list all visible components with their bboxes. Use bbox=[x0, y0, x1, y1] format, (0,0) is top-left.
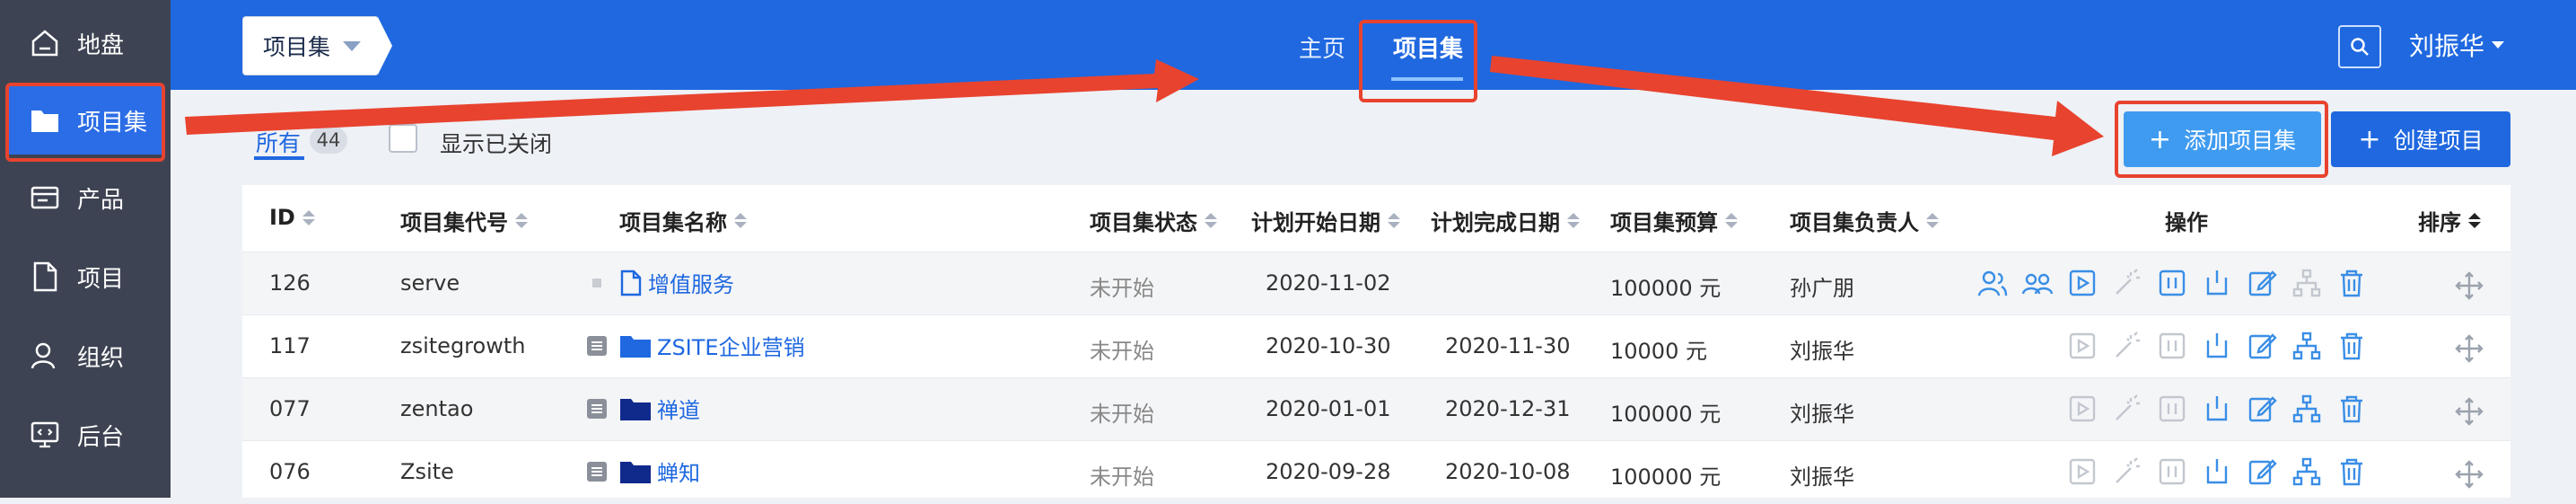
annotation-arrows bbox=[185, 56, 2104, 156]
red-arrow-icon bbox=[1490, 56, 2104, 156]
red-arrow-icon bbox=[185, 59, 1199, 135]
